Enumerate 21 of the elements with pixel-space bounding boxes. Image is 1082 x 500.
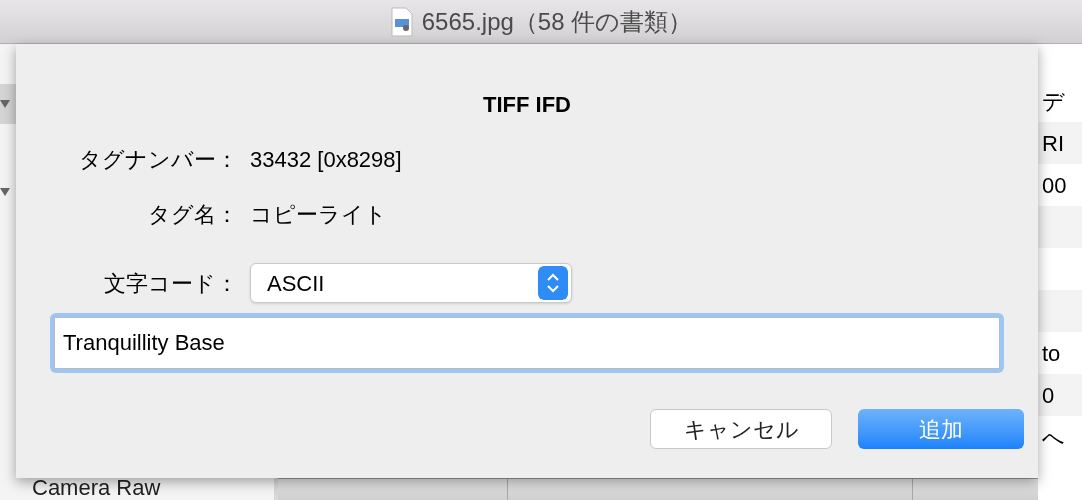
sidebar-item[interactable]: Camera Raw xyxy=(32,476,274,500)
table-cell-text: 0 xyxy=(1042,381,1055,410)
field-value: コピーライト xyxy=(250,201,387,229)
field-label: 文字コード： xyxy=(103,269,238,298)
disclosure-triangle-icon[interactable] xyxy=(0,187,10,197)
dialog-title: TIFF IFD xyxy=(483,91,571,119)
table-cell-text: へ xyxy=(1042,423,1065,452)
stepper-icon xyxy=(538,266,568,300)
field-value: 33432 [0x8298] xyxy=(250,146,402,174)
field-label: タグナンバー： xyxy=(78,146,238,174)
table-cell-text: to xyxy=(1042,339,1061,368)
image-file-icon xyxy=(389,6,414,37)
table-cell-text: デ xyxy=(1042,87,1065,116)
field-label: タグ名： xyxy=(147,201,238,229)
disclosure-triangle-icon[interactable] xyxy=(0,99,10,109)
table-cell-text: RI xyxy=(1042,129,1064,158)
table-cell-text: 00 xyxy=(1042,171,1067,200)
window-title: 6565.jpg（58 件の書類） xyxy=(421,6,693,37)
encoding-popup[interactable]: ASCII xyxy=(250,263,572,303)
cancel-button[interactable]: キャンセル xyxy=(650,409,832,449)
text-input[interactable]: Tranquillity Base xyxy=(50,313,1004,373)
